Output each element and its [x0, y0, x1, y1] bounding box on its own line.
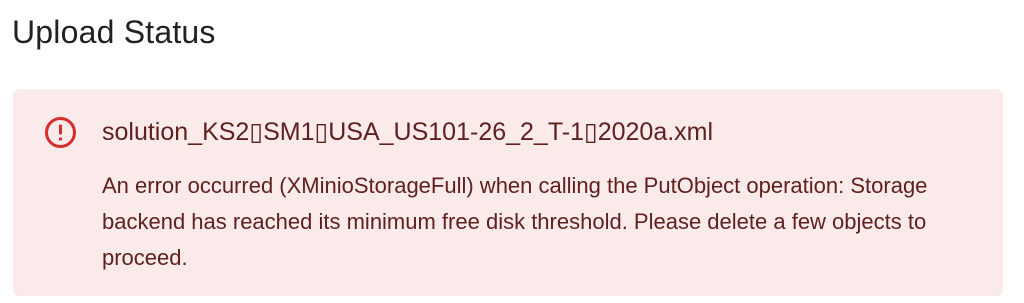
alert-error-message: An error occurred (XMinioStorageFull) wh… [102, 173, 928, 270]
error-alert: solution_KS2▯SM1▯USA_US101-26_2_T-1▯2020… [13, 89, 1003, 296]
error-outline-icon [44, 116, 77, 149]
upload-status-page: Upload Status solution_KS2▯SM1▯USA_US101… [0, 0, 1024, 303]
alert-file-name: solution_KS2▯SM1▯USA_US101-26_2_T-1▯2020… [102, 118, 714, 146]
page-title: Upload Status [12, 14, 216, 50]
